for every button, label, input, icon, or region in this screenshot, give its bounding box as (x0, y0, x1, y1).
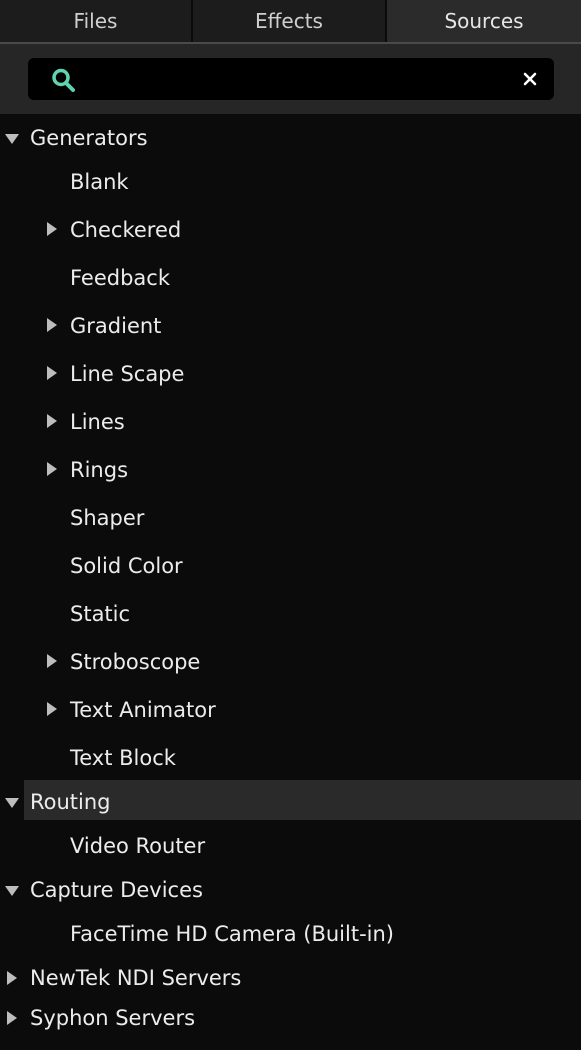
tree-item-rings[interactable]: Rings (0, 450, 581, 490)
expand-arrow-icon[interactable] (5, 798, 19, 808)
tree-item-label: Solid Color (70, 554, 183, 578)
tree-item-label: Text Animator (70, 698, 216, 722)
tree-group-label: Routing (30, 790, 111, 814)
tree-item-lines[interactable]: Lines (0, 402, 581, 442)
collapse-arrow-icon[interactable] (47, 414, 57, 428)
search-field[interactable] (28, 58, 554, 100)
tree-group-routing[interactable]: Routing (0, 782, 581, 822)
tree-group-generators[interactable]: Generators (0, 118, 581, 158)
tab-files[interactable]: Files (0, 0, 193, 42)
tree-item-label: Line Scape (70, 362, 185, 386)
tree-item-label: Checkered (70, 218, 182, 242)
tree-item-gradient[interactable]: Gradient (0, 306, 581, 346)
tree-item-stroboscope[interactable]: Stroboscope (0, 642, 581, 682)
tree-item-label: Lines (70, 410, 125, 434)
tree-item-static[interactable]: Static (0, 594, 581, 634)
tab-bar: Files Effects Sources (0, 0, 581, 42)
collapse-arrow-icon[interactable] (47, 222, 57, 236)
tree-item-text-block[interactable]: Text Block (0, 738, 581, 778)
collapse-arrow-icon[interactable] (47, 462, 57, 476)
collapse-arrow-icon[interactable] (7, 1011, 17, 1025)
search-icon (50, 67, 78, 93)
tree-group-label: NewTek NDI Servers (30, 966, 242, 990)
tree-group-capture-devices[interactable]: Capture Devices (0, 870, 581, 910)
tree-group-label: Generators (30, 126, 148, 150)
tab-sources[interactable]: Sources (387, 0, 581, 42)
search-input[interactable] (88, 64, 512, 96)
expand-arrow-icon[interactable] (5, 886, 19, 896)
tree-group-label: Syphon Servers (30, 1006, 196, 1030)
tree-item-label: Rings (70, 458, 129, 482)
tree-group-label: Capture Devices (30, 878, 203, 902)
tree-item-feedback[interactable]: Feedback (0, 258, 581, 298)
collapse-arrow-icon[interactable] (7, 971, 17, 985)
tree-item-label: Blank (70, 170, 129, 194)
tree-item-blank[interactable]: Blank (0, 162, 581, 202)
tree-item-label: FaceTime HD Camera (Built-in) (70, 922, 395, 946)
tree-item-shaper[interactable]: Shaper (0, 498, 581, 538)
search-bar (0, 44, 581, 114)
tree-item-label: Feedback (70, 266, 171, 290)
tree-item-facetime-camera[interactable]: FaceTime HD Camera (Built-in) (0, 914, 581, 954)
clear-search-icon[interactable] (518, 67, 542, 91)
tree-item-checkered[interactable]: Checkered (0, 210, 581, 250)
tree-item-line-scape[interactable]: Line Scape (0, 354, 581, 394)
tree-item-video-router[interactable]: Video Router (0, 826, 581, 866)
tree-item-label: Gradient (70, 314, 162, 338)
tree-item-text-animator[interactable]: Text Animator (0, 690, 581, 730)
tree-item-label: Stroboscope (70, 650, 201, 674)
tree-group-ndi-servers[interactable]: NewTek NDI Servers (0, 958, 581, 998)
tree-item-label: Text Block (70, 746, 176, 770)
collapse-arrow-icon[interactable] (47, 318, 57, 332)
tree-group-syphon-servers[interactable]: Syphon Servers (0, 998, 581, 1038)
collapse-arrow-icon[interactable] (47, 366, 57, 380)
tree-item-label: Video Router (70, 834, 206, 858)
tree-item-label: Shaper (70, 506, 145, 530)
tree-item-label: Static (70, 602, 131, 626)
collapse-arrow-icon[interactable] (47, 654, 57, 668)
collapse-arrow-icon[interactable] (47, 702, 57, 716)
expand-arrow-icon[interactable] (5, 134, 19, 144)
tab-effects[interactable]: Effects (193, 0, 387, 42)
tree-item-solid-color[interactable]: Solid Color (0, 546, 581, 586)
